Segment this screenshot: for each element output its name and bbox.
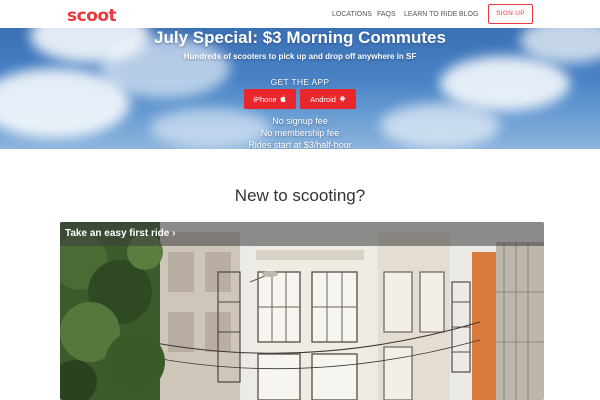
hero-title: July Special: $3 Morning Commutes: [154, 28, 446, 47]
nav-locations[interactable]: LOCATIONS: [332, 11, 372, 18]
nav-blog[interactable]: BLOG: [459, 11, 478, 18]
feature-ride-price: Rides start at $3/half-hour: [248, 140, 352, 149]
site-header: scoot LOCATIONS FAQS LEARN TO RIDE BLOG …: [0, 0, 600, 28]
apple-icon: [280, 94, 287, 104]
first-ride-link[interactable]: Take an easy first ride ›: [65, 228, 175, 239]
android-icon: [339, 95, 346, 104]
first-ride-card[interactable]: Take an easy first ride ›: [60, 222, 544, 400]
hero-subtitle: Hundreds of scooters to pick up and drop…: [183, 52, 417, 61]
feature-no-signup-fee: No signup fee: [272, 116, 328, 126]
get-the-app-label: GET THE APP: [270, 77, 330, 87]
iphone-label: iPhone: [253, 94, 277, 104]
iphone-button[interactable]: iPhone: [244, 89, 296, 109]
scoot-logo[interactable]: scoot: [67, 6, 117, 26]
sign-up-button[interactable]: SIGN UP: [488, 4, 533, 24]
street-photo: [60, 222, 544, 400]
android-button[interactable]: Android: [300, 89, 356, 109]
chevron-right-icon: ›: [172, 228, 176, 239]
section-title: New to scooting?: [234, 186, 366, 205]
nav-learn-to-ride[interactable]: LEARN TO RIDE: [404, 11, 457, 18]
feature-no-membership-fee: No membership fee: [260, 128, 340, 138]
card-label-text: Take an easy first ride: [65, 228, 170, 239]
android-label: Android: [310, 94, 336, 104]
nav-faqs[interactable]: FAQS: [377, 11, 396, 18]
hero-banner: July Special: $3 Morning Commutes Hundre…: [0, 28, 600, 149]
